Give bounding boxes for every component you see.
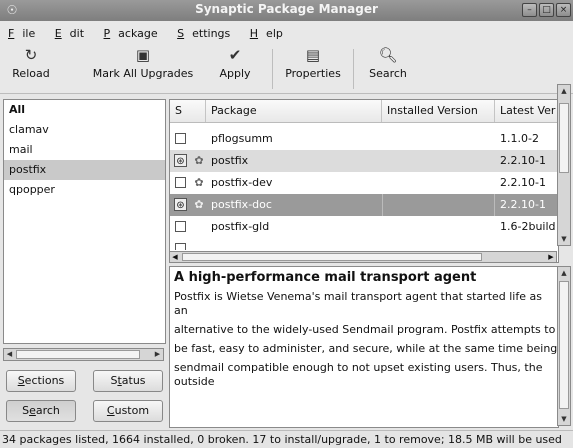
scroll-down-icon[interactable]: ▼ [558, 233, 570, 245]
close-button[interactable]: × [556, 3, 571, 17]
column-header-package[interactable]: Package [206, 100, 382, 122]
table-row[interactable]: ✿ postfix-dev 2.2.10-1 [170, 172, 558, 194]
properties-icon: ▤ [305, 46, 321, 64]
scroll-up-icon[interactable]: ▲ [558, 85, 570, 97]
status-checkbox[interactable] [175, 177, 186, 188]
status-checkbox[interactable] [175, 133, 186, 144]
package-table-vscrollbar[interactable]: ▲ ▼ [557, 84, 571, 246]
scroll-down-icon[interactable]: ▼ [558, 413, 570, 425]
title-bar[interactable]: ☉ Synaptic Package Manager – □ × [0, 0, 573, 22]
description-line: Postfix is Wietse Venema's mail transpor… [174, 290, 542, 317]
search-filter-button[interactable]: Search [6, 400, 76, 422]
toolbar-separator [272, 49, 273, 89]
window-title: Synaptic Package Manager [195, 2, 378, 16]
status-button[interactable]: Status [93, 370, 163, 392]
table-row[interactable]: ⊛ ✿ postfix 2.2.10-1 [170, 150, 558, 172]
table-row-selected[interactable]: ⊛ ✿ postfix-doc 2.2.10-1 [170, 194, 558, 216]
status-checkbox[interactable] [175, 221, 186, 232]
filter-item-qpopper[interactable]: qpopper [4, 180, 165, 200]
column-header-latest-version[interactable]: Latest Ver [495, 100, 558, 122]
scroll-thumb[interactable] [559, 281, 569, 409]
description-title: A high-performance mail transport agent [174, 270, 477, 285]
status-checkbox[interactable] [175, 243, 186, 250]
column-header-installed-version[interactable]: Installed Version [382, 100, 495, 122]
filter-list-hscrollbar[interactable]: ◀ ▶ [3, 348, 164, 361]
package-table-hscrollbar[interactable]: ◀ ▶ [169, 251, 557, 263]
menu-bar: File Edit Package Settings Help [0, 21, 573, 41]
ubuntu-support-icon: ✿ [194, 176, 204, 189]
filter-list[interactable]: All clamav mail postfix qpopper [3, 99, 166, 344]
toolbar-separator [353, 49, 354, 89]
menu-edit[interactable]: Edit [47, 21, 92, 40]
description-vscrollbar[interactable]: ▲ ▼ [557, 266, 571, 426]
installed-version-cell [382, 194, 495, 216]
apply-button[interactable]: ✔ Apply [210, 45, 260, 80]
scroll-thumb[interactable] [16, 350, 140, 359]
table-row-partial[interactable] [170, 238, 558, 250]
filter-item-postfix[interactable]: postfix [4, 160, 165, 180]
apply-check-icon: ✔ [228, 46, 242, 64]
menu-file[interactable]: File [0, 21, 43, 40]
synaptic-window: ☉ Synaptic Package Manager – □ × File Ed… [0, 0, 573, 448]
menu-settings[interactable]: Settings [169, 21, 238, 40]
search-icon: 🔍︎ [378, 46, 398, 64]
menu-help[interactable]: Help [242, 21, 291, 40]
scroll-right-icon[interactable]: ▶ [152, 349, 163, 360]
toolbar: ↻ Reload ▣ Mark All Upgrades ✔ Apply ▤ P… [0, 41, 573, 94]
description-line: alternative to the widely-used Sendmail … [174, 323, 556, 336]
scroll-left-icon[interactable]: ◀ [4, 349, 15, 360]
install-marked-icon[interactable]: ⊛ [174, 154, 187, 167]
ubuntu-support-icon: ✿ [194, 198, 204, 211]
reload-icon: ↻ [24, 46, 38, 64]
status-bar: 34 packages listed, 1664 installed, 0 br… [0, 430, 573, 448]
description-line: be fast, easy to administer, and secure,… [174, 342, 558, 355]
reload-button[interactable]: ↻ Reload [6, 45, 56, 80]
scroll-right-icon[interactable]: ▶ [546, 252, 556, 262]
scroll-left-icon[interactable]: ◀ [170, 252, 180, 262]
install-marked-icon[interactable]: ⊛ [174, 198, 187, 211]
minimize-button[interactable]: – [522, 3, 537, 17]
maximize-button[interactable]: □ [539, 3, 554, 17]
menu-package[interactable]: Package [96, 21, 166, 40]
filter-item-clamav[interactable]: clamav [4, 120, 165, 140]
scroll-thumb[interactable] [182, 253, 482, 261]
description-line: sendmail compatible enough to not upset … [174, 361, 543, 388]
scroll-thumb[interactable] [559, 103, 569, 173]
filter-item-all[interactable]: All [4, 100, 165, 120]
column-header-status[interactable]: S [170, 100, 206, 122]
ubuntu-support-icon: ✿ [194, 154, 204, 167]
table-header: S Package Installed Version Latest Ver [170, 100, 558, 123]
table-row[interactable]: pflogsumm 1.1.0-2 [170, 128, 558, 150]
properties-button[interactable]: ▤ Properties [280, 45, 346, 80]
custom-button[interactable]: Custom [93, 400, 163, 422]
table-row[interactable]: postfix-gld 1.6-2build [170, 216, 558, 238]
package-description: A high-performance mail transport agent … [169, 266, 559, 428]
scroll-up-icon[interactable]: ▲ [558, 267, 570, 279]
mark-upgrades-icon: ▣ [135, 46, 151, 64]
sections-button[interactable]: Sections [6, 370, 76, 392]
filter-item-mail[interactable]: mail [4, 140, 165, 160]
mark-all-upgrades-button[interactable]: ▣ Mark All Upgrades [88, 45, 198, 80]
package-table[interactable]: S Package Installed Version Latest Ver p… [169, 99, 559, 263]
search-button[interactable]: 🔍︎ Search [362, 45, 414, 80]
